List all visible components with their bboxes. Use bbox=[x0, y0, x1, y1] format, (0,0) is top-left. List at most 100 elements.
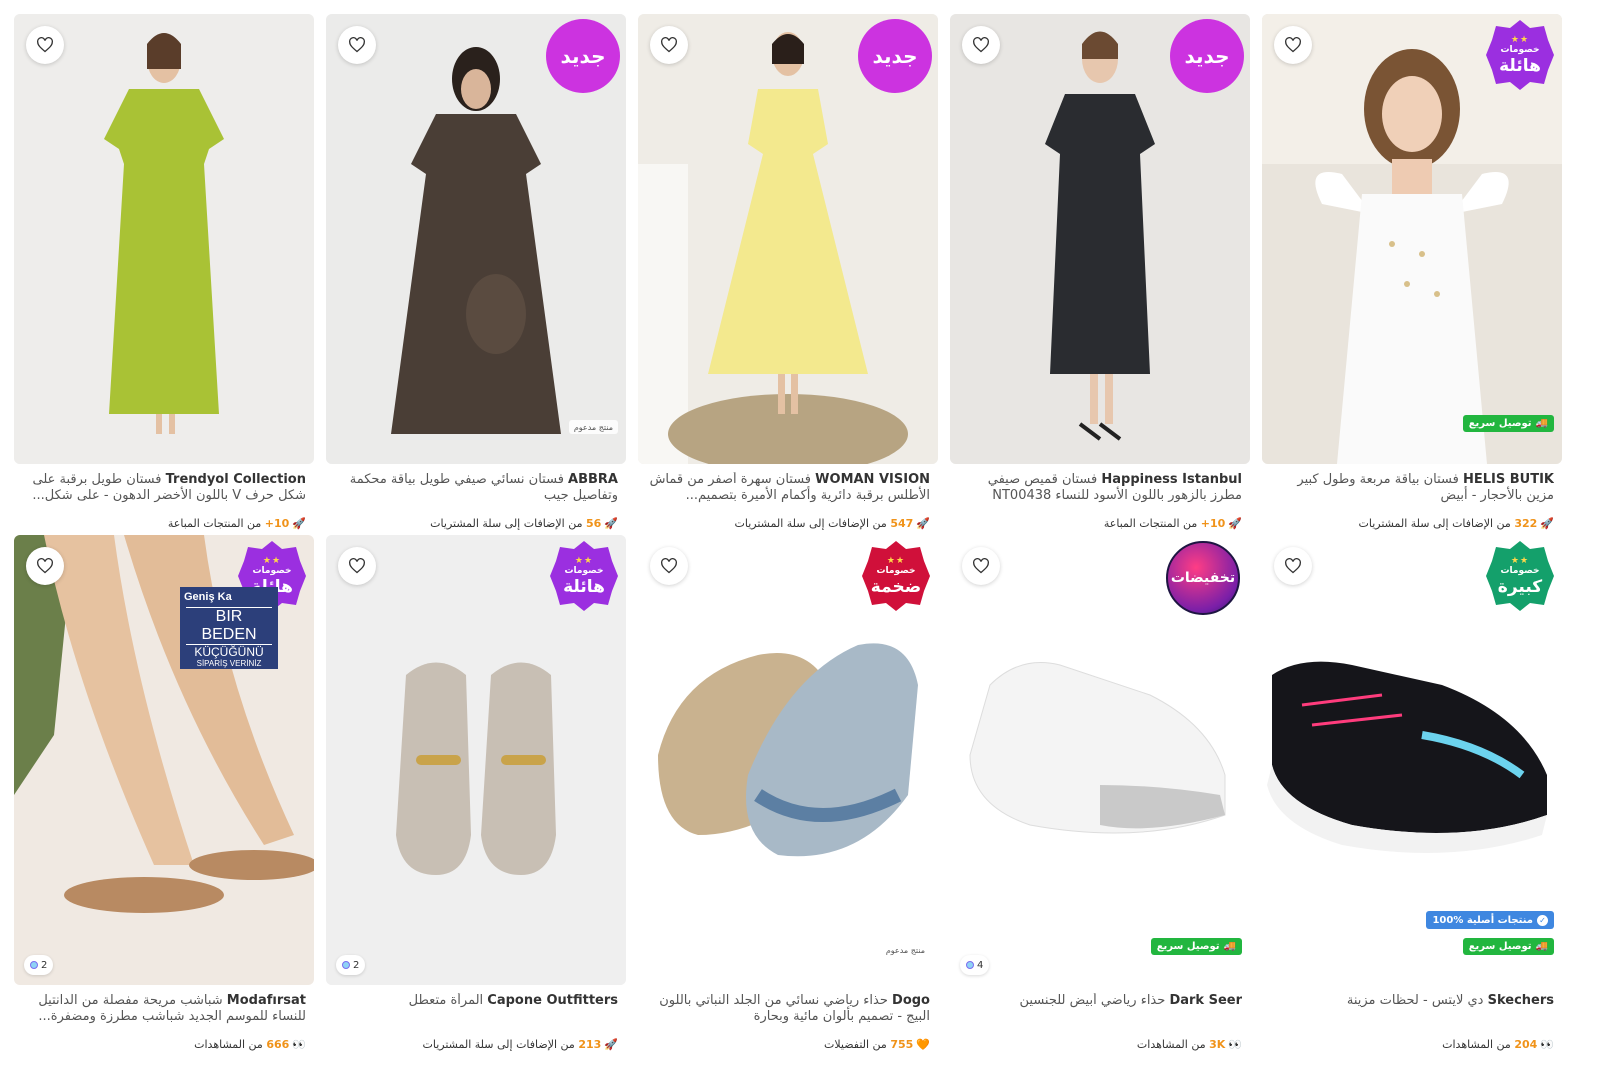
original-products-label: منتجات أصلية %100 bbox=[1432, 914, 1533, 926]
product-image[interactable] bbox=[14, 14, 314, 464]
product-stat: 👀204 من المشاهدات bbox=[1442, 1038, 1554, 1051]
product-brand[interactable]: ABBRA bbox=[568, 472, 618, 487]
product-image[interactable]: ★★ خصومات هائلة 2 bbox=[326, 535, 626, 985]
product-title[interactable]: Modafırsat شباشب مريحة مفصلة من الدانتيل… bbox=[22, 993, 306, 1025]
deal-badge-line1: خصومات bbox=[1500, 565, 1540, 576]
product-title[interactable]: Capone Outfitters المرأة متعطل bbox=[334, 993, 618, 1009]
product-stat: 🚀10+ من المنتجات المباعة bbox=[168, 517, 306, 530]
product-title[interactable]: Dogo حذاء رياضي نسائي من الجلد النباتي ب… bbox=[646, 993, 930, 1025]
product-card[interactable]: جديد منتج مدعوم ABBRA فستان نسائي صيفي طوي… bbox=[326, 14, 626, 534]
product-brand[interactable]: Modafırsat bbox=[227, 993, 306, 1008]
product-card[interactable]: ★★ خصومات هائلة توصيل سريع 🚚 HELİS BUTİK فستا… bbox=[1262, 14, 1562, 534]
size-banner-line4: SİPARİŞ VERİNİZ bbox=[196, 659, 262, 668]
product-title[interactable]: ABBRA فستان نسائي صيفي طويل بياقة محكمة … bbox=[334, 472, 618, 504]
product-title[interactable]: WOMAN VISION فستان سهرة أصفر من قماش الأ… bbox=[646, 472, 930, 504]
product-brand[interactable]: Dark Seer bbox=[1169, 993, 1242, 1008]
product-title[interactable]: Skechers دي لايتس - لحظات مزينة bbox=[1270, 993, 1554, 1009]
deal-badge-line2: ضخمة bbox=[870, 576, 922, 597]
rocket-icon: 🚀 bbox=[916, 517, 930, 530]
product-brand[interactable]: Happiness İstanbul bbox=[1101, 472, 1242, 487]
product-image[interactable]: ★★خصوماتهائلة Geniş Ka BIR BEDEN KÜÇÜĞÜN… bbox=[14, 535, 314, 985]
fast-delivery-label: توصيل سريع bbox=[1156, 941, 1220, 952]
product-image[interactable]: ★★ خصومات كبيرة توصيل سريع 🚚 منتجات أصلية %10… bbox=[1262, 535, 1562, 985]
product-title[interactable]: HELİS BUTİK فستان بياقة مربعة وطول كبير … bbox=[1270, 472, 1554, 504]
favorite-heart-icon[interactable] bbox=[1274, 547, 1312, 585]
product-brand[interactable]: WOMAN VISION bbox=[815, 472, 930, 487]
favorite-heart-icon[interactable] bbox=[650, 26, 688, 64]
favorite-heart-icon[interactable] bbox=[962, 547, 1000, 585]
stat-value: 547 bbox=[890, 517, 914, 530]
product-card[interactable]: تخفيضات توصيل سريع 🚚 4 Dark Seer حذاء رياضي … bbox=[950, 535, 1250, 1055]
product-card[interactable]: جديد WOMAN VISION فستان سهرة أصفر من قماش… bbox=[638, 14, 938, 534]
product-card[interactable]: Trendyol Collection فستان طويل برقبة على… bbox=[14, 14, 314, 534]
deal-badge-line1: خصومات bbox=[564, 565, 604, 576]
new-badge: جديد bbox=[858, 19, 932, 93]
product-card[interactable]: ★★ خصومات كبيرة توصيل سريع 🚚 منتجات أصلية %10… bbox=[1262, 535, 1562, 1055]
product-name[interactable]: حذاء رياضي أبيض للجنسين bbox=[1020, 993, 1166, 1008]
color-options[interactable]: 2 bbox=[24, 955, 54, 975]
stat-label: من الإضافات إلى سلة المشتريات bbox=[734, 517, 887, 530]
product-card[interactable]: ★★ خصومات ضخمة منتج مدعوم Dogo حذاء رياضي نس… bbox=[638, 535, 938, 1055]
stat-value: 213 bbox=[578, 1038, 602, 1051]
stat-value: 10+ bbox=[1200, 517, 1226, 530]
size-banner-line2: BIR BEDEN bbox=[186, 607, 272, 645]
stat-label: من المشاهدات bbox=[1442, 1038, 1511, 1051]
product-stat: 🚀213 من الإضافات إلى سلة المشتريات bbox=[423, 1038, 618, 1051]
product-stat: 🚀10+ من المنتجات المباعة bbox=[1104, 517, 1242, 530]
product-image[interactable]: ★★ خصومات ضخمة منتج مدعوم bbox=[638, 535, 938, 985]
product-title[interactable]: Happiness İstanbul فستان قميص صيفي مطرز … bbox=[958, 472, 1242, 504]
product-image[interactable]: جديد منتج مدعوم bbox=[326, 14, 626, 464]
product-name[interactable]: دي لايتس - لحظات مزينة bbox=[1347, 993, 1484, 1008]
deal-badge-line1: خصومات bbox=[876, 565, 916, 576]
stat-label: من الإضافات إلى سلة المشتريات bbox=[422, 1038, 575, 1051]
new-badge: جديد bbox=[546, 19, 620, 93]
stars-icon: ★★ bbox=[262, 555, 282, 566]
product-card[interactable]: ★★خصوماتهائلة Geniş Ka BIR BEDEN KÜÇÜĞÜN… bbox=[14, 535, 314, 1055]
deal-badge: ★★ خصومات ضخمة bbox=[862, 541, 930, 611]
product-stat: 🚀56 من الإضافات إلى سلة المشتريات bbox=[430, 517, 618, 530]
favorite-heart-icon[interactable] bbox=[26, 547, 64, 585]
truck-icon: 🚚 bbox=[1223, 941, 1236, 952]
size-banner-line1: Geniş Ka bbox=[184, 591, 232, 603]
deal-badge-line1: خصومات bbox=[252, 565, 292, 576]
product-image[interactable]: تخفيضات توصيل سريع 🚚 4 bbox=[950, 535, 1250, 985]
color-swatch-icon bbox=[30, 961, 38, 969]
truck-icon: 🚚 bbox=[1535, 418, 1548, 429]
deal-badge-line2: هائلة bbox=[563, 576, 605, 597]
favorite-heart-icon[interactable] bbox=[650, 547, 688, 585]
fast-delivery-label: توصيل سريع bbox=[1468, 941, 1532, 952]
rocket-icon: 🚀 bbox=[292, 517, 306, 530]
sponsored-label: منتج مدعوم bbox=[880, 943, 930, 957]
rocket-icon: 🚀 bbox=[604, 517, 618, 530]
product-brand[interactable]: HELİS BUTİK bbox=[1463, 472, 1554, 487]
product-image[interactable]: جديد bbox=[638, 14, 938, 464]
product-title[interactable]: Dark Seer حذاء رياضي أبيض للجنسين bbox=[958, 993, 1243, 1009]
color-count: 2 bbox=[353, 959, 360, 971]
product-name[interactable]: حذاء رياضي نسائي من الجلد النباتي باللون… bbox=[659, 993, 930, 1024]
product-name[interactable]: المرأة متعطل bbox=[409, 993, 483, 1008]
product-image[interactable]: جديد bbox=[950, 14, 1250, 464]
favorite-heart-icon[interactable] bbox=[338, 26, 376, 64]
stat-label: من المنتجات المباعة bbox=[167, 517, 262, 530]
color-options[interactable]: 4 bbox=[960, 955, 990, 975]
color-options[interactable]: 2 bbox=[336, 955, 366, 975]
product-stat: 🚀547 من الإضافات إلى سلة المشتريات bbox=[735, 517, 930, 530]
product-card[interactable]: جديد Happiness İstanbul فستان قميص صيفي م… bbox=[950, 14, 1250, 534]
rocket-icon: 🚀 bbox=[1228, 517, 1242, 530]
product-brand[interactable]: Skechers bbox=[1488, 993, 1554, 1008]
product-stat: 👀3K من المشاهدات bbox=[1137, 1038, 1242, 1051]
product-brand[interactable]: Capone Outfitters bbox=[487, 993, 618, 1008]
product-brand[interactable]: Trendyol Collection bbox=[166, 472, 306, 487]
stat-value: 10+ bbox=[264, 517, 290, 530]
product-image[interactable]: ★★ خصومات هائلة توصيل سريع 🚚 bbox=[1262, 14, 1562, 464]
favorite-heart-icon[interactable] bbox=[962, 26, 1000, 64]
stat-label: من المشاهدات bbox=[1136, 1038, 1206, 1051]
deal-badge: ★★خصوماتهائلة bbox=[1486, 20, 1554, 90]
favorite-heart-icon[interactable] bbox=[338, 547, 376, 585]
favorite-heart-icon[interactable] bbox=[26, 26, 64, 64]
product-brand[interactable]: Dogo bbox=[892, 993, 930, 1008]
product-card[interactable]: ★★ خصومات هائلة 2 Capone Outfitters المرأة م… bbox=[326, 535, 626, 1055]
product-title[interactable]: Trendyol Collection فستان طويل برقبة على… bbox=[22, 472, 306, 504]
favorite-heart-icon[interactable] bbox=[1274, 26, 1312, 64]
stars-icon: ★★ bbox=[574, 555, 594, 566]
